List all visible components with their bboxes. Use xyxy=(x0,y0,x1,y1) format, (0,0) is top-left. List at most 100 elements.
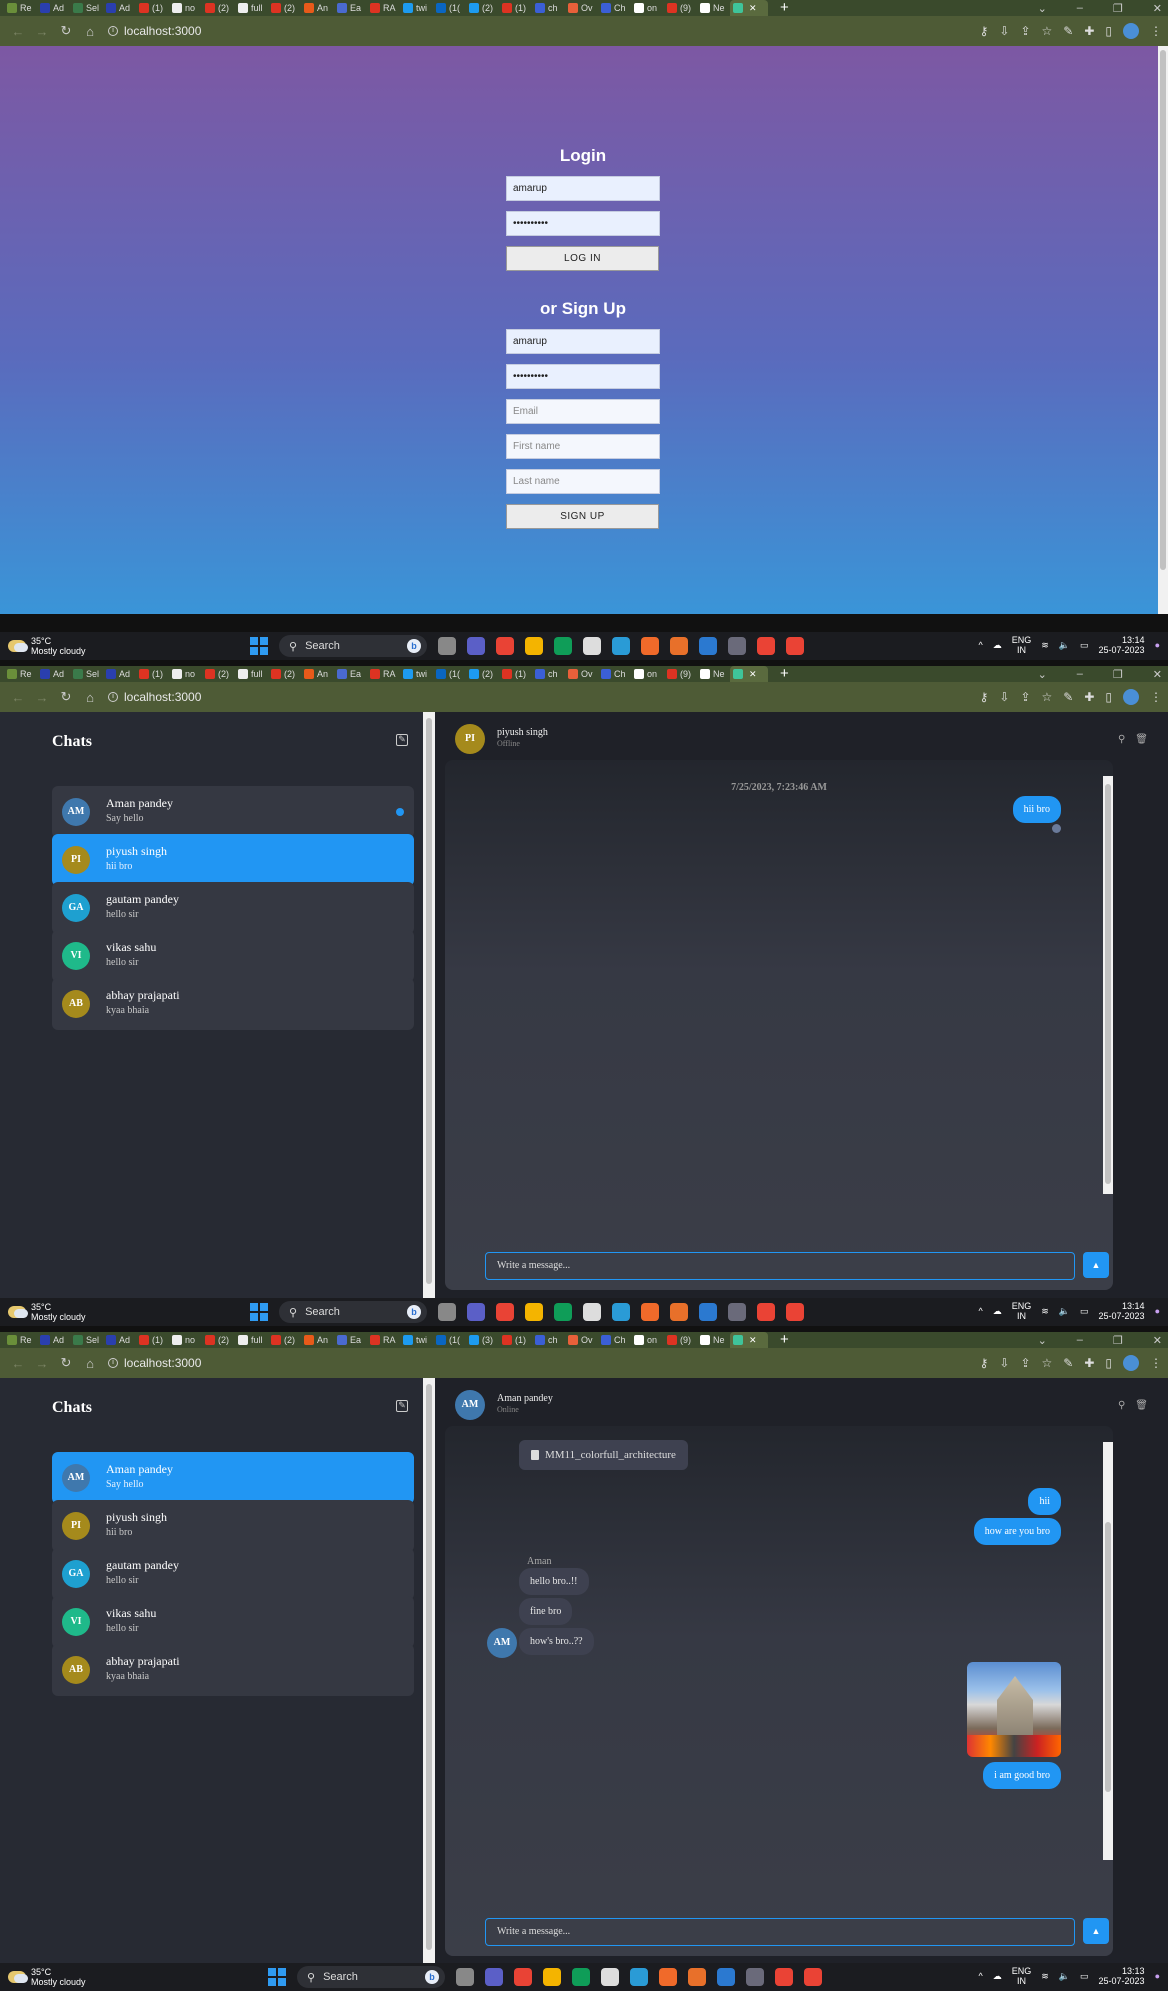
wifi-icon[interactable]: ≋ xyxy=(1041,1971,1049,1981)
active-tab[interactable]: ✕ xyxy=(730,0,768,16)
send-button[interactable]: ▲ xyxy=(1083,1918,1109,1944)
battery-icon[interactable]: ▭ xyxy=(1080,640,1089,650)
browser-tab[interactable]: twi xyxy=(400,1332,433,1348)
bing-icon[interactable]: b xyxy=(407,1305,421,1319)
message-input[interactable]: Write a message... xyxy=(485,1918,1075,1946)
install-icon[interactable]: ⇩ xyxy=(999,24,1009,38)
browser-tab[interactable]: Sel xyxy=(70,666,103,682)
clock-date[interactable]: 25-07-2023 xyxy=(1099,1976,1145,1986)
compose-icon[interactable]: ✎ xyxy=(396,734,408,746)
share-icon[interactable]: ⇪ xyxy=(1020,690,1030,704)
notification-icon[interactable]: ● xyxy=(1155,640,1160,650)
install-icon[interactable]: ⇩ xyxy=(999,1356,1009,1370)
extension-pen-icon[interactable]: ✎ xyxy=(1063,690,1073,704)
extension-pen-icon[interactable]: ✎ xyxy=(1063,24,1073,38)
browser-tab[interactable]: Ch xyxy=(598,1332,631,1348)
clock-date[interactable]: 25-07-2023 xyxy=(1099,1311,1145,1321)
taskbar-app-icon[interactable] xyxy=(438,637,456,655)
home-icon[interactable]: ⌂ xyxy=(78,690,102,705)
reload-icon[interactable]: ↻ xyxy=(54,689,78,705)
browser-tab[interactable]: (1( xyxy=(433,666,466,682)
chat-list-item[interactable]: VI vikas sahu hello sir xyxy=(52,1596,414,1648)
browser-tab[interactable]: Ad xyxy=(37,1332,70,1348)
clock-time[interactable]: 13:14 xyxy=(1122,635,1145,645)
taskbar-search[interactable]: ⚲ Search b xyxy=(297,1966,445,1988)
key-icon[interactable]: ⚷ xyxy=(980,690,989,704)
taskbar-app-icon[interactable] xyxy=(757,1303,775,1321)
browser-tab[interactable]: Ne xyxy=(697,1332,730,1348)
language-region[interactable]: IN xyxy=(1017,1311,1026,1321)
active-tab[interactable]: ✕ xyxy=(730,666,768,682)
scrollbar-thumb[interactable] xyxy=(1160,50,1166,570)
scrollbar-thumb[interactable] xyxy=(1105,1522,1111,1792)
chat-list-item[interactable]: AB abhay prajapati kyaa bhaia xyxy=(52,978,414,1030)
browser-tab[interactable]: on xyxy=(631,0,664,16)
menu-icon[interactable]: ⋮ xyxy=(1150,24,1162,38)
browser-tab[interactable]: Sel xyxy=(70,0,103,16)
taskbar-app-icon[interactable] xyxy=(601,1968,619,1986)
browser-tab[interactable]: twi xyxy=(400,666,433,682)
login-username-input[interactable]: amarup xyxy=(506,176,660,201)
taskbar-app-icon[interactable] xyxy=(496,1303,514,1321)
windows-start-icon[interactable] xyxy=(250,637,268,655)
back-icon[interactable]: ← xyxy=(6,1356,30,1371)
browser-tab[interactable]: (1( xyxy=(433,0,466,16)
chat-list-item[interactable]: PI piyush singh hii bro xyxy=(52,834,414,886)
browser-tab[interactable]: RA xyxy=(367,0,400,16)
browser-tab[interactable]: An xyxy=(301,0,334,16)
messages-scrollbar[interactable] xyxy=(1103,776,1113,1194)
weather-widget[interactable]: 35°C Mostly cloudy xyxy=(8,1302,86,1322)
taskbar-app-icon[interactable] xyxy=(670,1303,688,1321)
browser-tab[interactable]: RA xyxy=(367,1332,400,1348)
taskbar-app-icon[interactable] xyxy=(514,1968,532,1986)
taskbar-app-icon[interactable] xyxy=(630,1968,648,1986)
sidepanel-icon[interactable]: ▯ xyxy=(1105,24,1112,38)
close-tab-icon[interactable]: ✕ xyxy=(749,669,757,680)
browser-tab[interactable]: full xyxy=(235,666,268,682)
minimize-icon[interactable]: – xyxy=(1077,1334,1083,1346)
info-icon[interactable]: i xyxy=(108,692,118,702)
browser-tab[interactable]: (2) xyxy=(202,666,235,682)
browser-tab[interactable]: Ch xyxy=(598,666,631,682)
onedrive-icon[interactable]: ☁ xyxy=(993,1971,1002,1981)
taskbar-app-icon[interactable] xyxy=(699,1303,717,1321)
maximize-icon[interactable]: ❐ xyxy=(1113,668,1123,681)
browser-tab[interactable]: Ch xyxy=(598,0,631,16)
taskbar-app-icon[interactable] xyxy=(757,637,775,655)
browser-tab[interactable]: (1) xyxy=(499,666,532,682)
key-icon[interactable]: ⚷ xyxy=(980,24,989,38)
weather-widget[interactable]: 35°C Mostly cloudy xyxy=(8,1967,86,1987)
taskbar-app-icon[interactable] xyxy=(554,1303,572,1321)
attachment-icon[interactable]: ⚲ xyxy=(1118,734,1125,745)
browser-tab[interactable]: Ad xyxy=(103,666,136,682)
browser-tab[interactable]: (9) xyxy=(664,666,697,682)
tray-chevron-icon[interactable]: ^ xyxy=(978,1971,982,1981)
puzzle-icon[interactable]: ✚ xyxy=(1084,690,1094,704)
taskbar-search[interactable]: ⚲ Search b xyxy=(279,635,427,657)
home-icon[interactable]: ⌂ xyxy=(78,24,102,39)
sidepanel-icon[interactable]: ▯ xyxy=(1105,690,1112,704)
url-field[interactable]: i localhost:3000 xyxy=(108,690,201,704)
tray-chevron-icon[interactable]: ^ xyxy=(978,640,982,650)
info-icon[interactable]: i xyxy=(108,1358,118,1368)
sidebar-scrollbar[interactable] xyxy=(423,1378,435,1964)
language-code[interactable]: ENG xyxy=(1012,635,1032,645)
maximize-icon[interactable]: ❐ xyxy=(1113,1334,1123,1347)
notification-icon[interactable]: ● xyxy=(1155,1971,1160,1981)
url-text[interactable]: localhost:3000 xyxy=(124,24,201,38)
url-field[interactable]: i localhost:3000 xyxy=(108,24,201,38)
taskbar-app-icon[interactable] xyxy=(572,1968,590,1986)
attachment-icon[interactable]: ⚲ xyxy=(1118,1400,1125,1411)
signup-firstname-input[interactable]: First name xyxy=(506,434,660,459)
windows-start-icon[interactable] xyxy=(250,1303,268,1321)
url-field[interactable]: i localhost:3000 xyxy=(108,1356,201,1370)
bing-icon[interactable]: b xyxy=(425,1970,439,1984)
puzzle-icon[interactable]: ✚ xyxy=(1084,1356,1094,1370)
browser-tab[interactable]: ch xyxy=(532,0,565,16)
close-window-icon[interactable]: ✕ xyxy=(1153,668,1162,681)
taskbar-app-icon[interactable] xyxy=(554,637,572,655)
key-icon[interactable]: ⚷ xyxy=(980,1356,989,1370)
page-scrollbar[interactable] xyxy=(1158,46,1168,614)
notification-icon[interactable]: ● xyxy=(1155,1306,1160,1316)
chat-list-item[interactable]: PI piyush singh hii bro xyxy=(52,1500,414,1552)
